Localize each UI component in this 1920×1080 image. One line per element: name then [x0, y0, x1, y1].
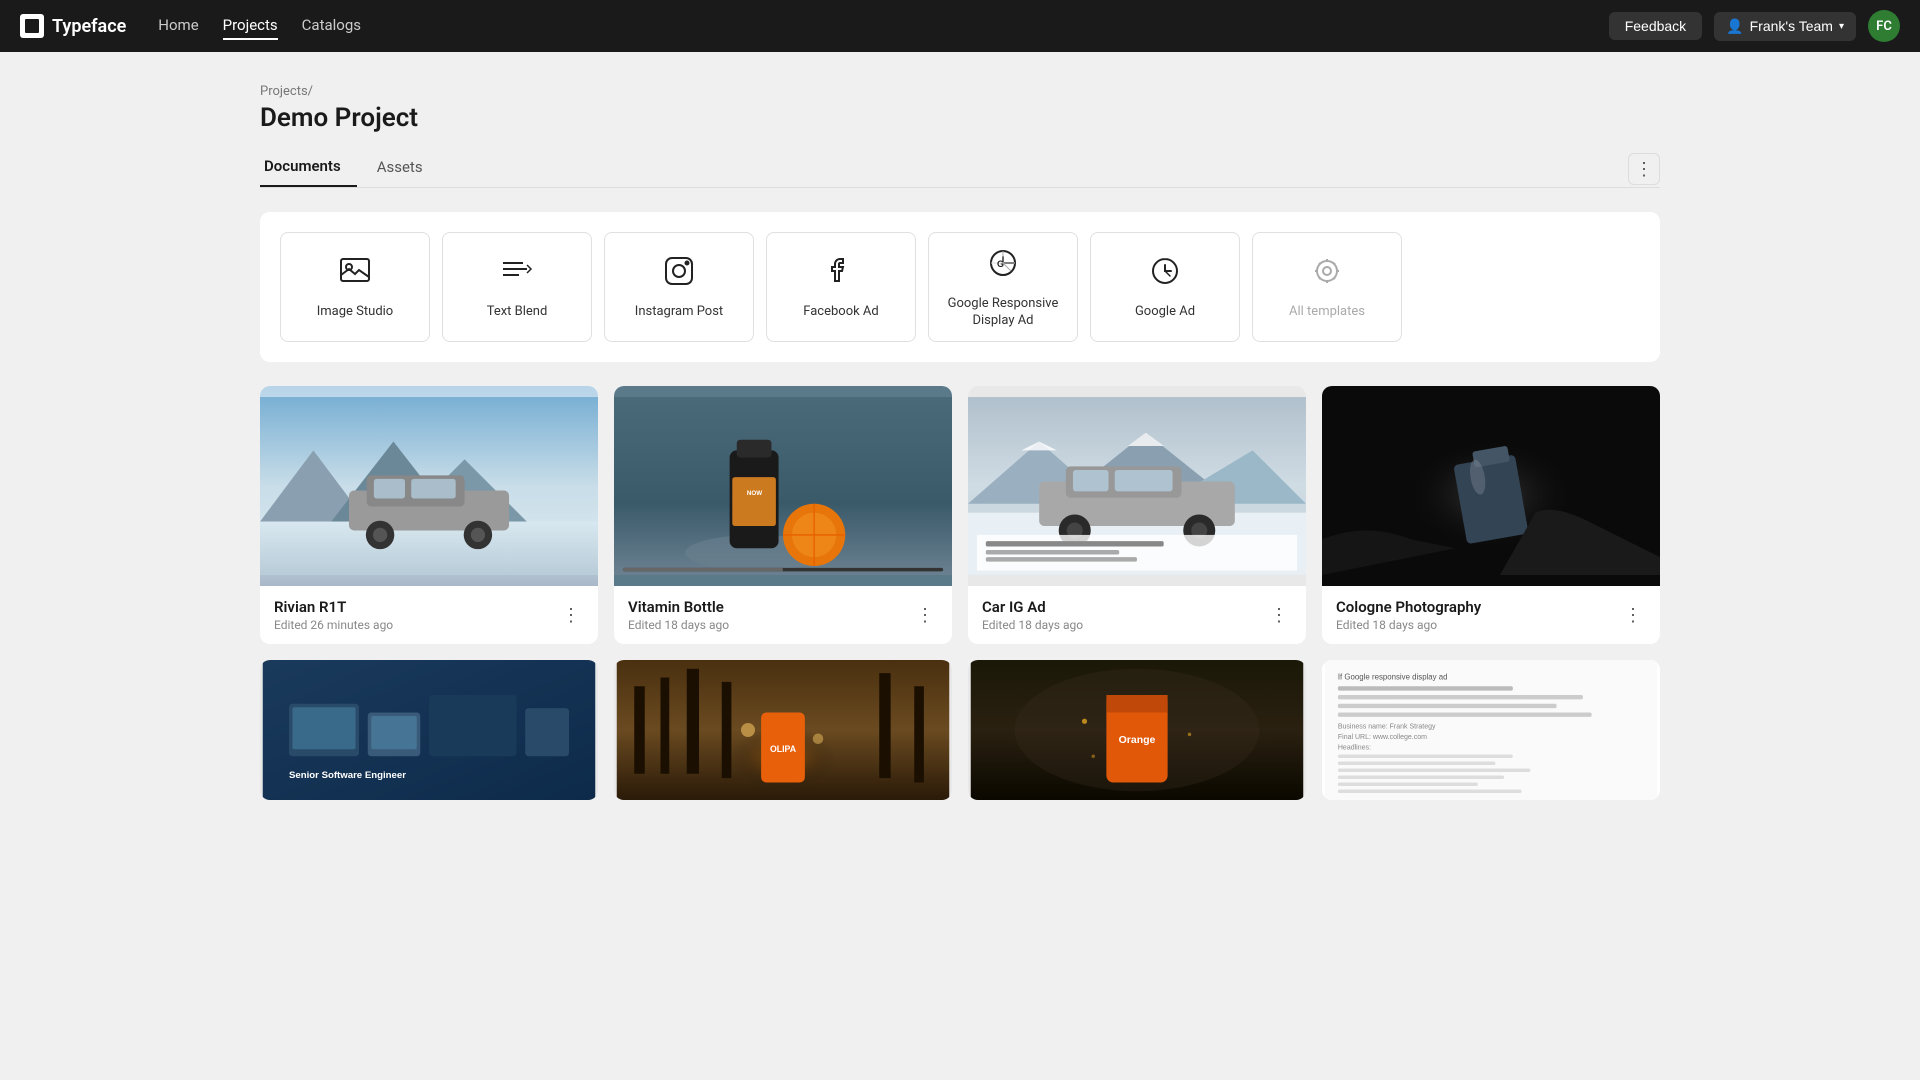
- doc-menu-car-ig[interactable]: ⋮: [1266, 601, 1292, 630]
- nav-right: Feedback 👤 Frank's Team ▾ FC: [1609, 10, 1900, 42]
- doc-menu-cologne[interactable]: ⋮: [1620, 601, 1646, 630]
- doc-card-can2[interactable]: Orange: [968, 660, 1306, 800]
- tab-assets[interactable]: Assets: [373, 150, 439, 186]
- svg-text:NOW: NOW: [747, 490, 762, 497]
- more-options-button[interactable]: ⋮: [1628, 153, 1660, 185]
- doc-thumb-vitamin: Vitamin Bottle: [614, 386, 952, 586]
- page-title: Demo Project: [260, 103, 1660, 133]
- template-image-studio-label: Image Studio: [317, 304, 393, 321]
- brand-icon: [20, 14, 44, 38]
- brand[interactable]: Typeface: [20, 14, 126, 38]
- brand-name: Typeface: [52, 16, 126, 37]
- team-icon: 👤: [1726, 18, 1743, 35]
- template-text-blend[interactable]: Text Blend: [442, 232, 592, 342]
- svg-text:If Google responsive display a: If Google responsive display ad: [1338, 672, 1448, 681]
- doc-thumb-google-display: If Google responsive display ad Business…: [1322, 660, 1660, 800]
- template-instagram-label: Instagram Post: [635, 304, 723, 321]
- tab-documents[interactable]: Documents: [260, 149, 357, 187]
- avatar[interactable]: FC: [1868, 10, 1900, 42]
- doc-info-cologne: Cologne Photography Edited 18 days ago ⋮: [1322, 586, 1660, 644]
- template-google-responsive-label: Google Responsive Display Ad: [929, 296, 1077, 330]
- image-studio-icon: [337, 253, 373, 296]
- doc-menu-rivian[interactable]: ⋮: [558, 601, 584, 630]
- svg-text:G: G: [997, 259, 1004, 269]
- doc-card-cologne[interactable]: Cologne Photography: [1322, 386, 1660, 644]
- chevron-down-icon: ▾: [1839, 21, 1844, 32]
- template-all-templates[interactable]: All templates: [1252, 232, 1402, 342]
- doc-card-orange-can[interactable]: OLIPA: [614, 660, 952, 800]
- doc-thumb-car-ig: [968, 386, 1306, 586]
- doc-thumb-software: Senior Software Engineer: [260, 660, 598, 800]
- nav-catalogs[interactable]: Catalogs: [302, 12, 361, 40]
- doc-thumb-rivian: Rivian R1T: [260, 386, 598, 586]
- doc-name-car-ig: Car IG Ad: [982, 598, 1266, 616]
- svg-text:Orange: Orange: [1119, 734, 1156, 746]
- navbar: Typeface Home Projects Catalogs Feedback…: [0, 0, 1920, 52]
- svg-text:Business name: Frank Strategy: Business name: Frank Strategy: [1338, 723, 1436, 730]
- doc-time-rivian: Edited 26 minutes ago: [274, 618, 558, 632]
- template-instagram-post[interactable]: Instagram Post: [604, 232, 754, 342]
- svg-text:Final URL: www.college.com: Final URL: www.college.com: [1338, 734, 1427, 741]
- instagram-icon: [661, 253, 697, 296]
- doc-thumb-orange-can: OLIPA: [614, 660, 952, 800]
- doc-info-vitamin: Vitamin Bottle Edited 18 days ago ⋮: [614, 586, 952, 644]
- template-google-ad-label: Google Ad: [1135, 304, 1195, 321]
- google-responsive-icon: G: [985, 245, 1021, 288]
- template-facebook-label: Facebook Ad: [803, 304, 879, 321]
- all-templates-icon: [1309, 253, 1345, 296]
- documents-grid: Rivian R1T: [260, 386, 1660, 644]
- template-google-responsive[interactable]: G Google Responsive Display Ad: [928, 232, 1078, 342]
- text-blend-icon: [499, 253, 535, 296]
- doc-time-cologne: Edited 18 days ago: [1336, 618, 1620, 632]
- main-content: Projects/ Demo Project Documents Assets …: [0, 52, 1920, 832]
- doc-card-software[interactable]: Senior Software Engineer: [260, 660, 598, 800]
- team-button[interactable]: 👤 Frank's Team ▾: [1714, 12, 1856, 41]
- template-text-blend-label: Text Blend: [487, 304, 548, 321]
- nav-home[interactable]: Home: [158, 12, 198, 40]
- doc-info-rivian: Rivian R1T Edited 26 minutes ago ⋮: [260, 586, 598, 644]
- breadcrumb: Projects/: [260, 84, 1660, 99]
- doc-card-vitamin[interactable]: Vitamin Bottle: [614, 386, 952, 644]
- svg-text:Headlines:: Headlines:: [1338, 744, 1371, 751]
- doc-info-car-ig: Car IG Ad Edited 18 days ago ⋮: [968, 586, 1306, 644]
- doc-card-rivian[interactable]: Rivian R1T: [260, 386, 598, 644]
- doc-name-vitamin: Vitamin Bottle: [628, 598, 912, 616]
- team-label: Frank's Team: [1750, 18, 1833, 34]
- svg-text:Senior Software Engineer: Senior Software Engineer: [289, 770, 406, 781]
- nav-links: Home Projects Catalogs: [158, 12, 1576, 40]
- template-facebook-ad[interactable]: Facebook Ad: [766, 232, 916, 342]
- documents-grid-row2: Senior Software Engineer: [260, 660, 1660, 800]
- template-google-ad[interactable]: Google Ad: [1090, 232, 1240, 342]
- tabs-row: Documents Assets ⋮: [260, 149, 1660, 188]
- doc-time-car-ig: Edited 18 days ago: [982, 618, 1266, 632]
- nav-projects[interactable]: Projects: [223, 12, 278, 40]
- doc-thumb-cologne: Cologne Photography: [1322, 386, 1660, 586]
- doc-menu-vitamin[interactable]: ⋮: [912, 601, 938, 630]
- doc-card-car-ig[interactable]: Car IG Ad Edited 18 days ago ⋮: [968, 386, 1306, 644]
- templates-card: Image Studio Text Blend: [260, 212, 1660, 362]
- doc-thumb-can2: Orange: [968, 660, 1306, 800]
- template-all-label: All templates: [1289, 304, 1365, 321]
- doc-time-vitamin: Edited 18 days ago: [628, 618, 912, 632]
- svg-text:OLIPA: OLIPA: [770, 744, 797, 754]
- feedback-button[interactable]: Feedback: [1609, 12, 1702, 40]
- doc-name-rivian: Rivian R1T: [274, 598, 558, 616]
- doc-card-google-display[interactable]: If Google responsive display ad Business…: [1322, 660, 1660, 800]
- doc-name-cologne: Cologne Photography: [1336, 598, 1620, 616]
- google-ad-icon: [1147, 253, 1183, 296]
- template-image-studio[interactable]: Image Studio: [280, 232, 430, 342]
- facebook-icon: [823, 253, 859, 296]
